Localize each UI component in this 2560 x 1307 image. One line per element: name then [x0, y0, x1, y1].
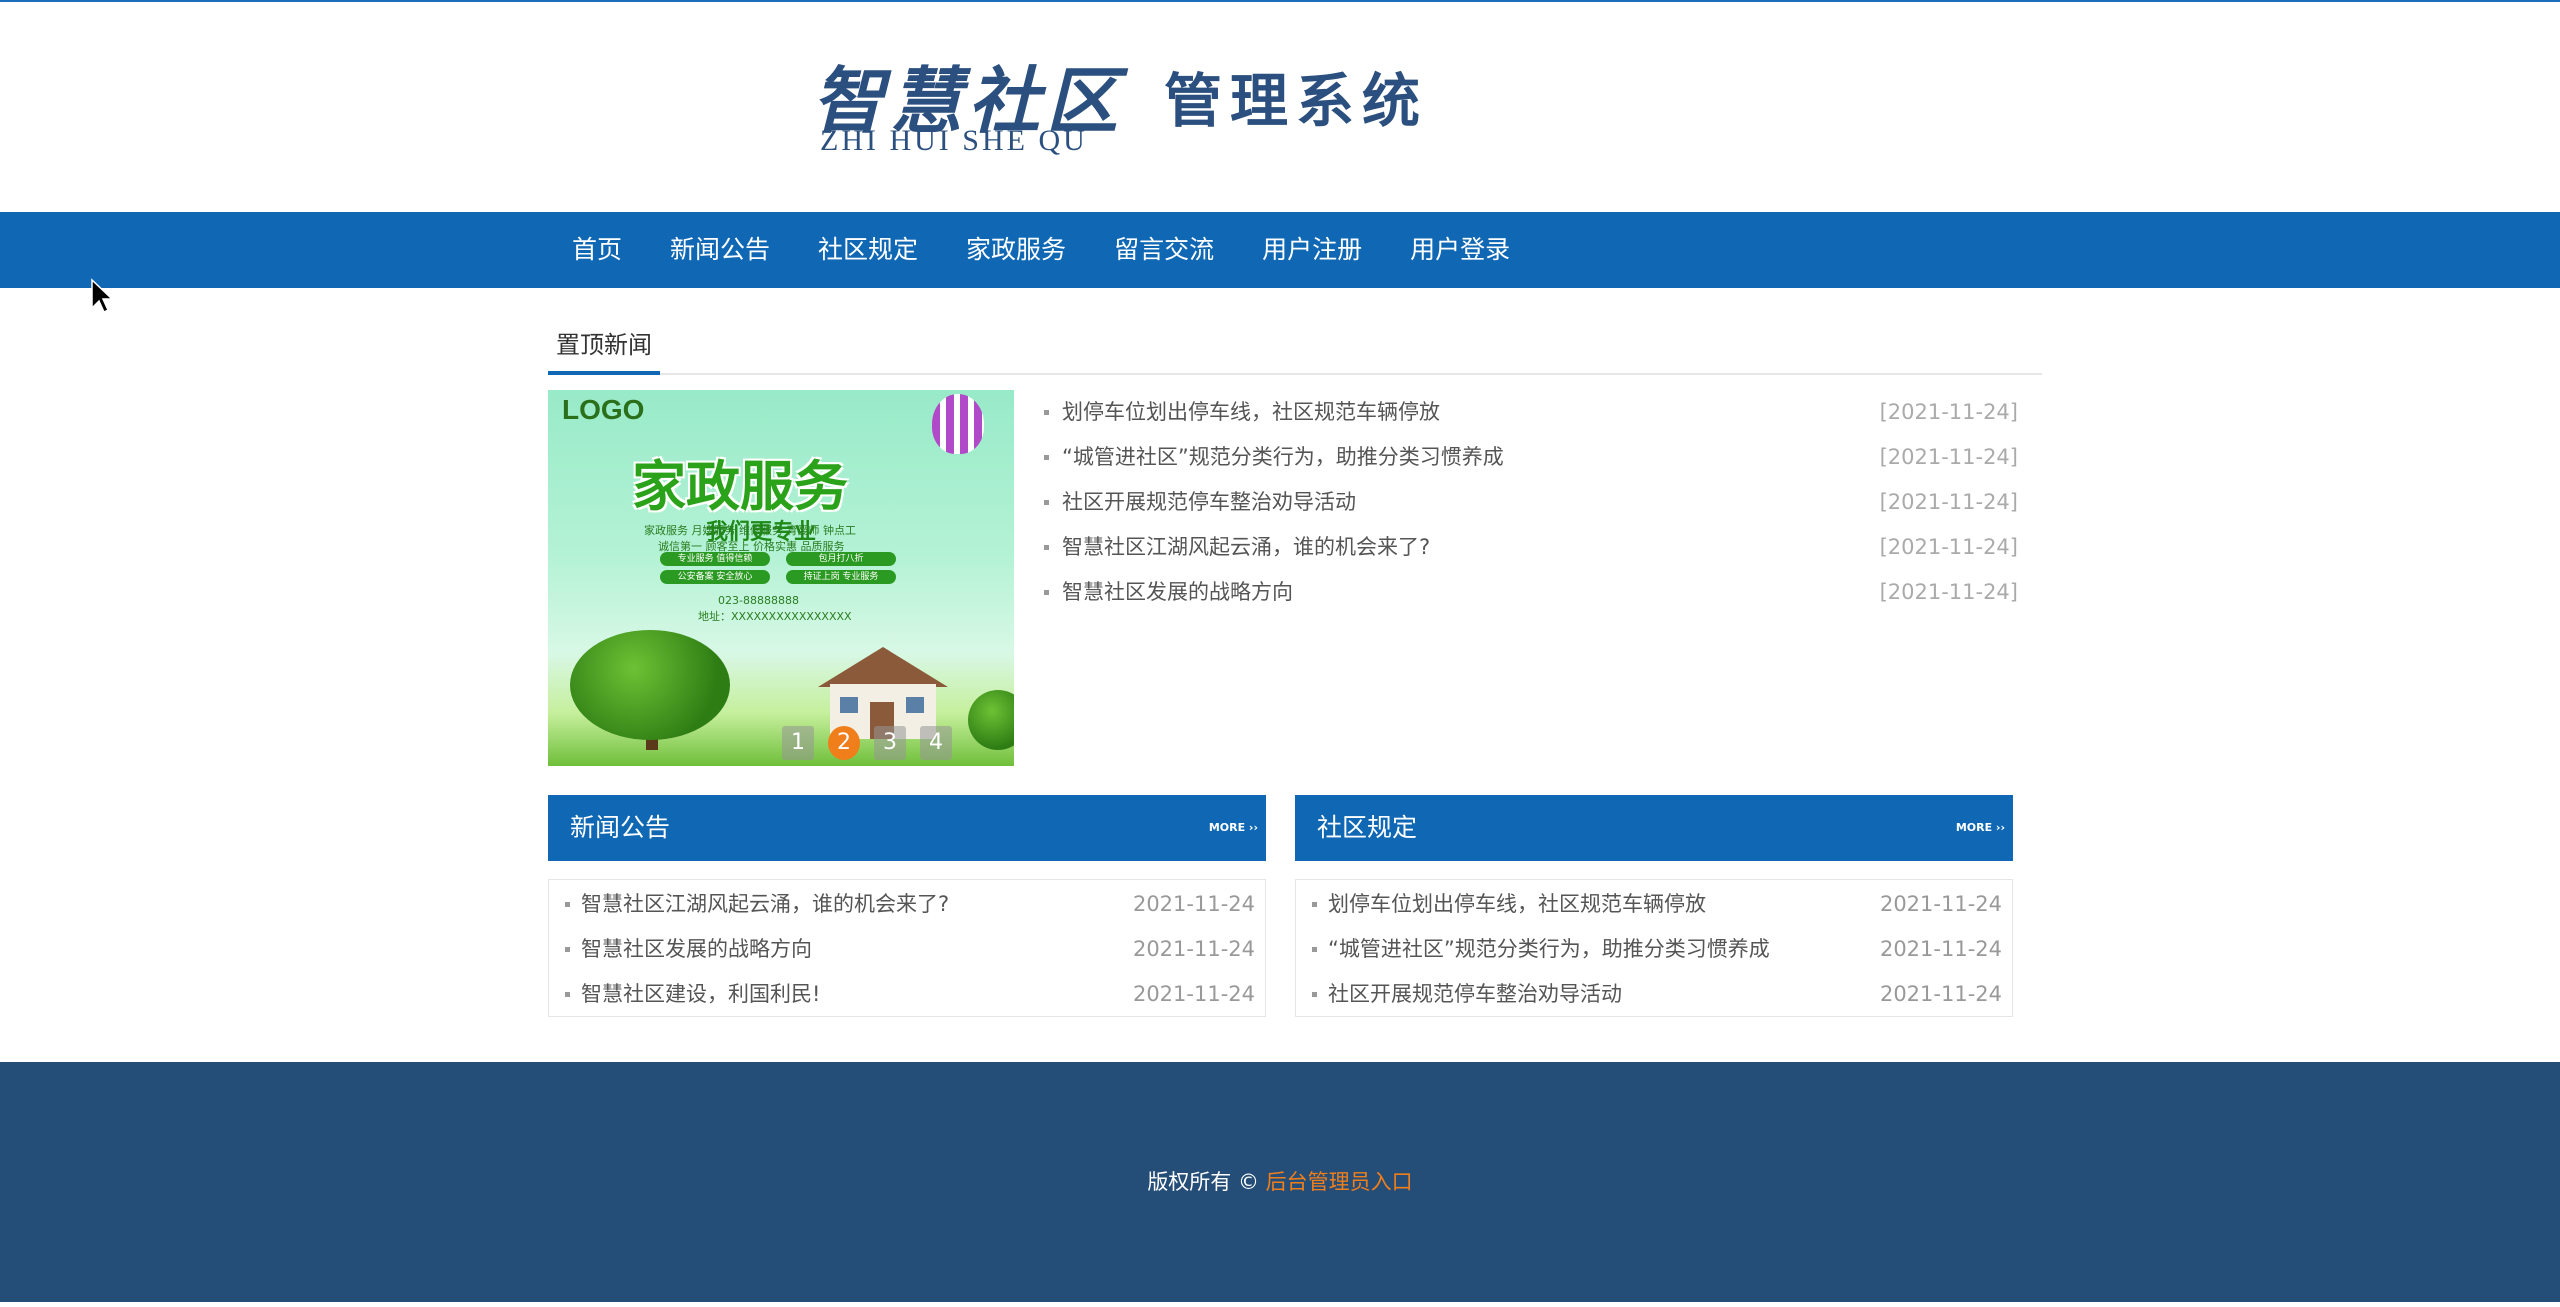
- news-more-link[interactable]: MORE ››: [1209, 795, 1258, 861]
- community-rules-box: 社区规定 MORE ›› 划停车位划出停车线，社区规范车辆停放 2021-11-2…: [1295, 795, 2013, 1017]
- news-box-body: 智慧社区江湖风起云涌，谁的机会来了? 2021-11-24 智慧社区发展的战略方向…: [548, 879, 1266, 1017]
- banner-phone: 023-88888888: [718, 594, 799, 607]
- nav-item-home[interactable]: 首页: [548, 212, 646, 288]
- news-title[interactable]: 划停车位划出停车线，社区规范车辆停放: [1062, 400, 1440, 424]
- list-item[interactable]: 划停车位划出停车线，社区规范车辆停放 2021-11-24: [1296, 882, 2012, 927]
- slider-dot-3[interactable]: 3: [874, 726, 906, 760]
- balloon-icon: [932, 394, 984, 454]
- logo-subtitle: 管理系统: [1164, 67, 1429, 135]
- top-news-header: 置顶新闻: [548, 325, 2042, 375]
- news-date: [2021-11-24]: [1879, 445, 2018, 469]
- list-item[interactable]: “城管进社区”规范分类行为，助推分类习惯养成 [2021-11-24]: [1040, 435, 2020, 480]
- nav-item-rules[interactable]: 社区规定: [794, 212, 942, 288]
- rules-box-title: 社区规定: [1317, 813, 1418, 842]
- news-announcements-box: 新闻公告 MORE ›› 智慧社区江湖风起云涌，谁的机会来了? 2021-11-2…: [548, 795, 1266, 1017]
- nav-item-login[interactable]: 用户登录: [1386, 212, 1534, 288]
- slider-dot-2[interactable]: 2: [828, 726, 860, 760]
- list-item[interactable]: “城管进社区”规范分类行为，助推分类习惯养成 2021-11-24: [1296, 927, 2012, 972]
- slider-dot-4[interactable]: 4: [920, 726, 952, 760]
- copyright-text: 版权所有 ©: [1147, 1170, 1266, 1194]
- list-item[interactable]: 社区开展规范停车整治劝导活动 2021-11-24: [1296, 972, 2012, 1017]
- top-news-list: 划停车位划出停车线，社区规范车辆停放 [2021-11-24] “城管进社区”规范…: [1040, 390, 2020, 615]
- banner-logo-text: LOGO: [562, 394, 645, 425]
- nav-item-news[interactable]: 新闻公告: [646, 212, 794, 288]
- banner-address: 地址：XXXXXXXXXXXXXXXX: [698, 610, 852, 623]
- rules-box-body: 划停车位划出停车线，社区规范车辆停放 2021-11-24 “城管进社区”规范分类…: [1295, 879, 2013, 1017]
- slider-dot-1[interactable]: 1: [782, 726, 814, 760]
- nav-item-messages[interactable]: 留言交流: [1090, 212, 1238, 288]
- footer-copyright: 版权所有 © 后台管理员入口: [0, 1062, 2560, 1302]
- list-item[interactable]: 智慧社区发展的战略方向 [2021-11-24]: [1040, 570, 2020, 615]
- top-news-title: 置顶新闻: [548, 325, 660, 375]
- news-date: [2021-11-24]: [1879, 535, 2018, 559]
- rule-date: 2021-11-24: [1879, 937, 2002, 961]
- news-date: [2021-11-24]: [1879, 400, 2018, 424]
- admin-login-link[interactable]: 后台管理员入口: [1266, 1170, 1413, 1194]
- rule-title[interactable]: 社区开展规范停车整治劝导活动: [1328, 982, 1622, 1006]
- news-title[interactable]: 智慧社区江湖风起云涌，谁的机会来了?: [1062, 535, 1430, 559]
- nav-item-housekeeping[interactable]: 家政服务: [942, 212, 1090, 288]
- banner-pill: 公安备案 安全放心: [660, 570, 770, 584]
- news-date: 2021-11-24: [1132, 937, 1255, 961]
- rule-date: 2021-11-24: [1879, 892, 2002, 916]
- tree-icon: [968, 690, 1014, 750]
- list-item[interactable]: 智慧社区江湖风起云涌，谁的机会来了? [2021-11-24]: [1040, 525, 2020, 570]
- news-title[interactable]: 智慧社区建设，利国利民!: [581, 982, 820, 1006]
- list-item[interactable]: 社区开展规范停车整治劝导活动 [2021-11-24]: [1040, 480, 2020, 525]
- site-footer: 版权所有 © 后台管理员入口: [0, 1062, 2560, 1302]
- tree-icon: [570, 630, 730, 740]
- list-item[interactable]: 智慧社区发展的战略方向 2021-11-24: [549, 927, 1265, 972]
- site-logo[interactable]: 智慧社区 ZHI HUI SHE QU 管理系统: [812, 42, 1442, 162]
- news-title[interactable]: 智慧社区发展的战略方向: [1062, 580, 1293, 604]
- logo-pinyin: ZHI HUI SHE QU: [820, 124, 1088, 157]
- news-date: [2021-11-24]: [1879, 490, 2018, 514]
- news-title[interactable]: 智慧社区江湖风起云涌，谁的机会来了?: [581, 892, 949, 916]
- main-nav: 首页 新闻公告 社区规定 家政服务 留言交流 用户注册 用户登录: [0, 212, 2560, 288]
- rules-box-header: 社区规定 MORE ››: [1295, 795, 2013, 861]
- rule-title[interactable]: “城管进社区”规范分类行为，助推分类习惯养成: [1328, 937, 1770, 961]
- rules-more-link[interactable]: MORE ››: [1956, 795, 2005, 861]
- list-item[interactable]: 划停车位划出停车线，社区规范车辆停放 [2021-11-24]: [1040, 390, 2020, 435]
- banner-pill: 专业服务 值得信赖: [660, 552, 770, 566]
- banner-pill: 持证上岗 专业服务: [786, 570, 896, 584]
- news-title[interactable]: 社区开展规范停车整治劝导活动: [1062, 490, 1356, 514]
- news-date: 2021-11-24: [1132, 982, 1255, 1006]
- banner-headline: 家政服务: [632, 455, 848, 518]
- banner-slider[interactable]: LOGO 家政服务 我们更专业 家政服务 月嫂服务 维修服务 育婴师 钟点工 诚…: [548, 390, 1014, 766]
- list-item[interactable]: 智慧社区江湖风起云涌，谁的机会来了? 2021-11-24: [549, 882, 1265, 927]
- site-header: 智慧社区 ZHI HUI SHE QU 管理系统: [0, 2, 2560, 212]
- nav-item-register[interactable]: 用户注册: [1238, 212, 1386, 288]
- list-item[interactable]: 智慧社区建设，利国利民! 2021-11-24: [549, 972, 1265, 1017]
- banner-pill: 包月打八折: [786, 552, 896, 566]
- news-title[interactable]: “城管进社区”规范分类行为，助推分类习惯养成: [1062, 445, 1504, 469]
- banner-services: 家政服务 月嫂服务 维修服务 育婴师 钟点工: [644, 524, 856, 537]
- news-box-title: 新闻公告: [570, 813, 671, 842]
- slider-pagination: 1 2 3 4: [782, 726, 952, 760]
- news-box-header: 新闻公告 MORE ››: [548, 795, 1266, 861]
- news-date: [2021-11-24]: [1879, 580, 2018, 604]
- rule-title[interactable]: 划停车位划出停车线，社区规范车辆停放: [1328, 892, 1706, 916]
- news-title[interactable]: 智慧社区发展的战略方向: [581, 937, 812, 961]
- rule-date: 2021-11-24: [1879, 982, 2002, 1006]
- news-date: 2021-11-24: [1132, 892, 1255, 916]
